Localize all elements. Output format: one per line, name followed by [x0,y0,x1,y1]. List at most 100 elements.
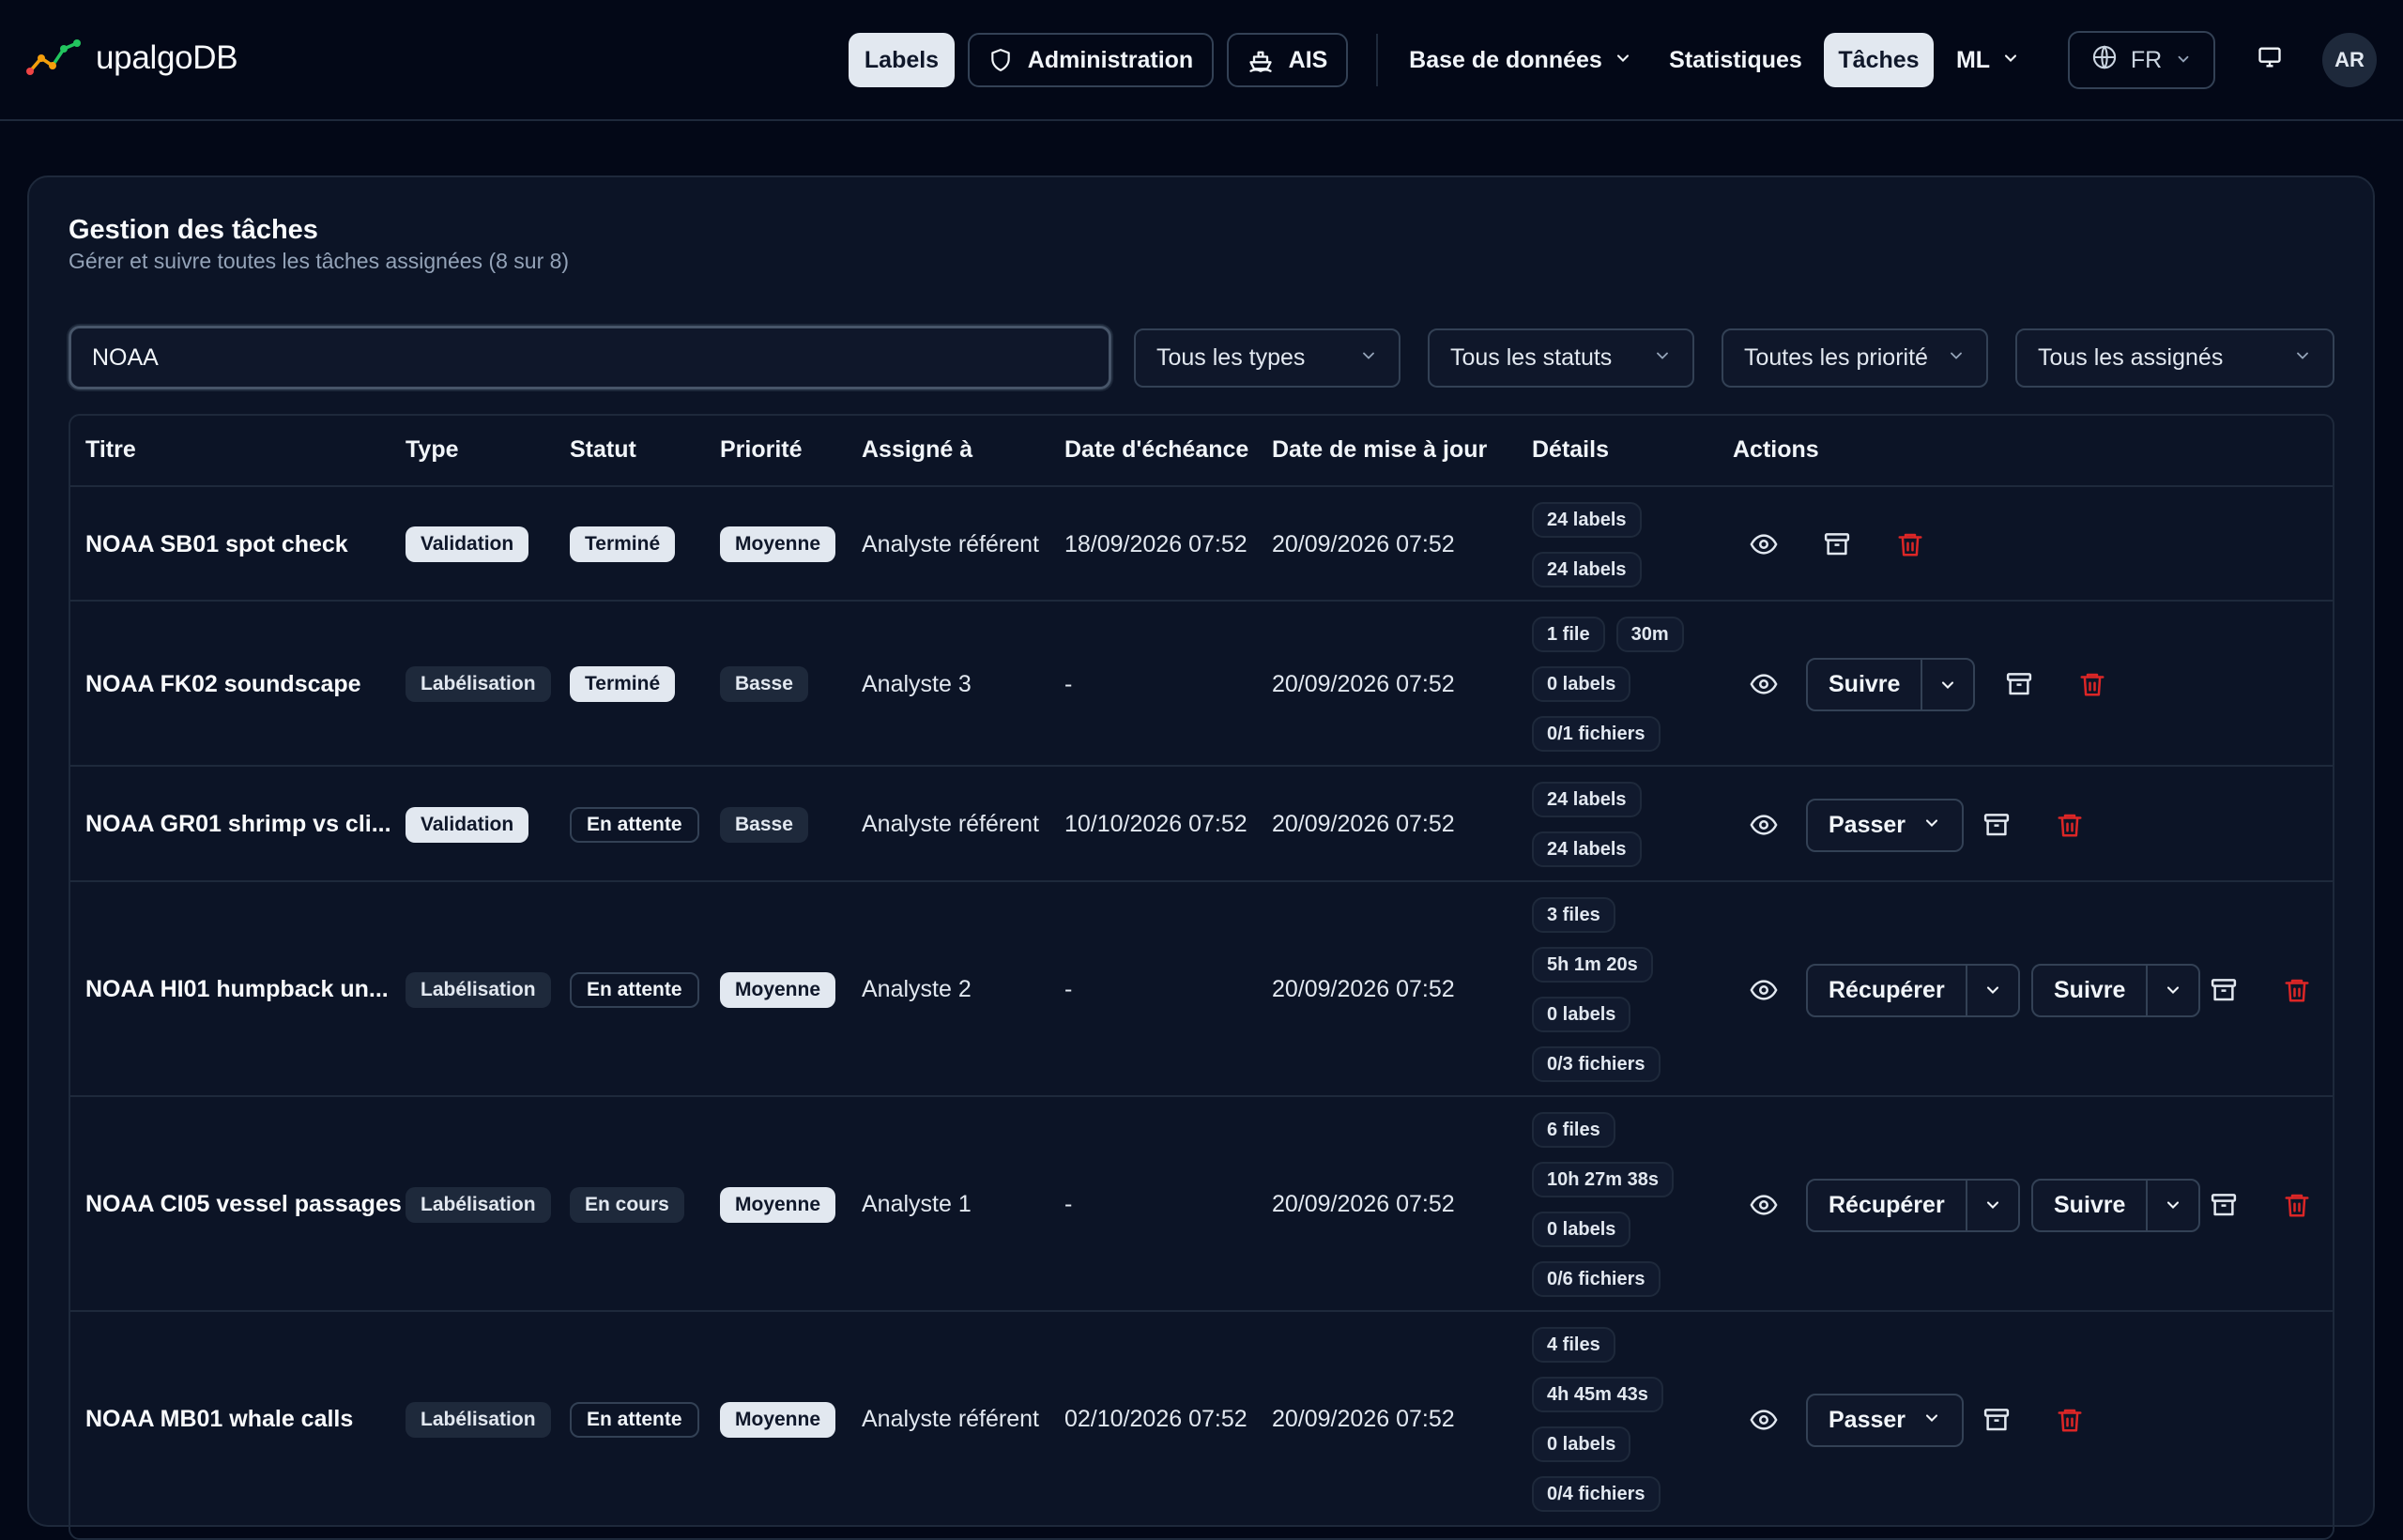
nav-database-dropdown[interactable]: Base de données [1405,33,1636,87]
chevron-down-icon [1653,344,1672,372]
details-line: 4 files [1532,1327,1663,1363]
column-header-type[interactable]: Type [406,416,459,483]
type-badge: Labélisation [406,1186,551,1223]
column-header-due-date[interactable]: Date d'échéance [1064,416,1248,483]
chevron-down-icon[interactable] [1965,965,2018,1015]
chevron-down-icon [1359,344,1378,372]
trash-icon[interactable] [2280,1188,2314,1222]
due-date: 18/09/2026 07:52 [1064,530,1247,557]
language-label: FR [2130,46,2163,73]
app-logo[interactable]: upalgoDB [26,38,238,79]
detail-chip: 0 labels [1532,1212,1631,1247]
table-row[interactable]: NOAA SB01 spot check Validation Terminé Moy… [70,487,2333,602]
status-filter-select[interactable]: Tous les statuts [1428,328,1694,388]
table-row[interactable]: NOAA FK02 soundscape Labélisation Terminé B… [70,602,2333,767]
nav-ml-label: ML [1955,46,1991,73]
column-header-updated[interactable]: Date de mise à jour [1272,416,1487,483]
view-eye-icon[interactable] [1747,973,1781,1007]
recover-split-button[interactable]: Récupérer [1806,963,2020,1017]
assignee-filter-select[interactable]: Tous les assignés [2015,328,2334,388]
language-selector[interactable]: FR [2068,31,2215,89]
type-badge-cell: Labélisation [406,665,551,703]
priority-badge-cell: Moyenne [720,1401,836,1439]
column-header-title[interactable]: Titre [85,416,136,483]
view-eye-icon[interactable] [1747,527,1781,561]
details-line: 0/1 fichiers [1532,716,1684,752]
follow-split-button[interactable]: Suivre [2031,963,2201,1017]
nav-tasks-button[interactable]: Tâches [1824,33,1934,87]
table-row[interactable]: NOAA MB01 whale calls Labélisation En atte… [70,1312,2333,1527]
details-line: 3 files [1532,897,1661,933]
user-avatar[interactable]: AR [2322,33,2377,87]
details-cell: 24 labels 24 labels [1532,502,1642,587]
trash-icon[interactable] [2053,808,2087,842]
trash-icon[interactable] [2053,1403,2087,1437]
task-title[interactable]: NOAA MB01 whale calls [85,1401,353,1439]
task-title[interactable]: NOAA SB01 spot check [85,526,348,563]
page-subtitle: Gérer et suivre toutes les tâches assign… [69,249,570,273]
table-row[interactable]: NOAA CI05 vessel passages Labélisation En … [70,1097,2333,1312]
archive-icon[interactable] [1980,1403,2013,1437]
nav-administration-button[interactable]: Administration [968,33,1214,87]
type-badge-cell: Validation [406,526,529,563]
pass-dropdown-button[interactable]: Passer [1806,798,1965,852]
table-row[interactable]: NOAA GR01 shrimp vs cli... Validation En a… [70,767,2333,882]
details-line: 0/6 fichiers [1532,1261,1674,1297]
pass-dropdown-button[interactable]: Passer [1806,1393,1965,1447]
view-eye-icon[interactable] [1747,1403,1781,1437]
details-line: 1 file 30m [1532,617,1684,652]
follow-split-button[interactable]: Suivre [2031,1178,2201,1232]
view-eye-icon[interactable] [1747,808,1781,842]
recover-split-button[interactable]: Récupérer [1806,1178,2020,1232]
chevron-down-icon[interactable] [2146,965,2198,1015]
detail-chip: 4h 45m 43s [1532,1377,1663,1412]
details-cell: 24 labels 24 labels [1532,782,1642,867]
search-input[interactable] [69,326,1111,389]
trash-icon[interactable] [2280,973,2314,1007]
archive-icon[interactable] [2207,973,2241,1007]
chevron-down-icon[interactable] [1965,1180,2018,1230]
task-title[interactable]: NOAA FK02 soundscape [85,665,361,703]
display-mode-button[interactable] [2249,33,2290,87]
follow-split-button[interactable]: Suivre [1806,658,1976,711]
task-title[interactable]: NOAA CI05 vessel passages [85,1186,402,1224]
column-header-status[interactable]: Statut [570,416,636,483]
priority-badge-cell: Moyenne [720,1186,836,1224]
nav-statistics-button[interactable]: Statistiques [1661,33,1810,87]
type-badge-cell: Labélisation [406,1401,551,1439]
trash-icon[interactable] [2075,667,2109,701]
archive-icon[interactable] [1980,808,2013,842]
assignee: Analyste référent [862,530,1039,557]
split-button-label: Suivre [2054,976,2126,1003]
tasks-table: Titre Type Statut Priorité Assigné à Dat… [69,414,2334,1540]
chevron-down-icon[interactable] [2146,1180,2198,1230]
due-date: 10/10/2026 07:52 [1064,811,1247,837]
column-header-priority[interactable]: Priorité [720,416,803,483]
task-title[interactable]: NOAA GR01 shrimp vs cli... [85,806,391,844]
due-date: 02/10/2026 07:52 [1064,1406,1247,1432]
nav-ml-dropdown[interactable]: ML [1949,33,2028,87]
archive-icon[interactable] [2002,667,2036,701]
archive-icon[interactable] [1820,527,1854,561]
app-name: upalgoDB [96,39,238,76]
trash-icon[interactable] [1893,527,1927,561]
view-eye-icon[interactable] [1747,1188,1781,1222]
status-badge: En attente [570,1401,699,1438]
task-title[interactable]: NOAA HI01 humpback un... [85,971,389,1009]
detail-chip: 24 labels [1532,502,1642,538]
updated-date: 20/09/2026 07:52 [1272,530,1455,557]
nav-administration-label: Administration [1027,46,1194,73]
nav-ais-button[interactable]: AIS [1227,33,1348,87]
archive-icon[interactable] [2207,1188,2241,1222]
detail-chip: 0/6 fichiers [1532,1261,1661,1297]
priority-filter-select[interactable]: Toutes les priorité [1722,328,1988,388]
column-header-assignee[interactable]: Assigné à [862,416,972,483]
detail-chip: 1 file [1532,617,1605,652]
table-row[interactable]: NOAA HI01 humpback un... Labélisation En a… [70,882,2333,1097]
view-eye-icon[interactable] [1747,667,1781,701]
chevron-down-icon[interactable] [1921,660,1973,709]
nav-labels-button[interactable]: Labels [849,33,955,87]
type-filter-select[interactable]: Tous les types [1134,328,1400,388]
detail-chip: 30m [1615,617,1684,652]
priority-badge: Basse [720,806,808,843]
